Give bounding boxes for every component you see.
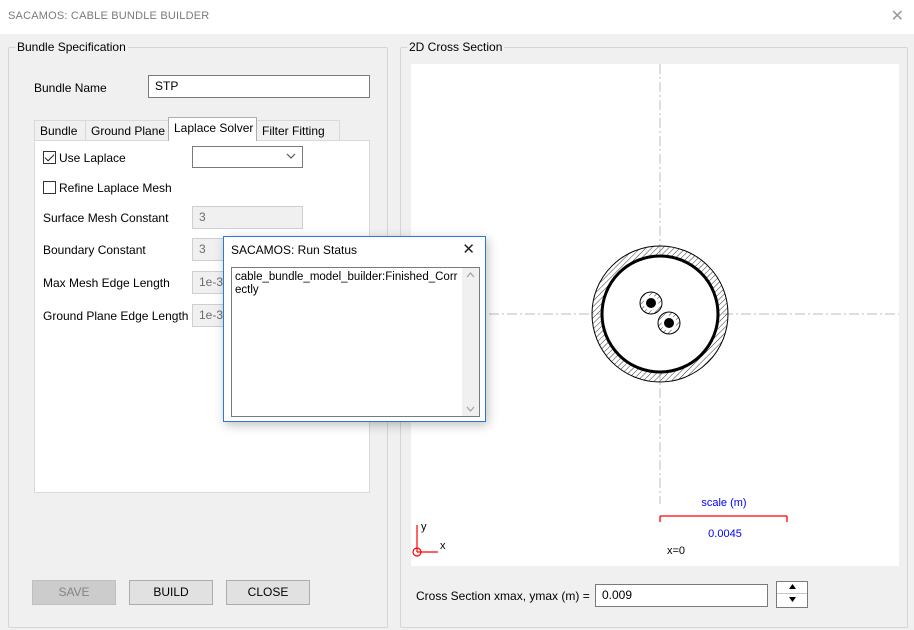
conductor-2-core xyxy=(664,318,674,328)
tab-laplace-solver[interactable]: Laplace Solver xyxy=(168,117,257,141)
save-button[interactable]: SAVE xyxy=(32,580,116,605)
x-axis-label: x xyxy=(440,540,446,552)
xmax-input[interactable]: 0.009 xyxy=(595,584,768,607)
run-status-dialog: SACAMOS: Run Status ✕ cable_bundle_model… xyxy=(223,236,486,422)
tab-filter-fitting[interactable]: Filter Fitting xyxy=(256,120,340,141)
cross-section-title: 2D Cross Section xyxy=(409,40,503,54)
surface-mesh-constant-input[interactable]: 3 xyxy=(192,206,303,229)
y-axis-label: y xyxy=(421,521,427,533)
run-status-message: cable_bundle_model_builder:Finished_Corr… xyxy=(235,271,458,296)
ground-plane-edge-length-label: Ground Plane Edge Length xyxy=(43,309,189,323)
triangle-up-icon[interactable] xyxy=(777,582,807,594)
bundle-name-input[interactable]: STP xyxy=(148,75,370,98)
scale-value: 0.0045 xyxy=(708,528,742,540)
build-button[interactable]: BUILD xyxy=(129,580,213,605)
laplace-solver-combo[interactable] xyxy=(192,146,303,168)
tab-bundle[interactable]: Bundle xyxy=(34,120,86,141)
conductor-1-core xyxy=(646,298,656,308)
run-status-title: SACAMOS: Run Status xyxy=(231,243,358,257)
tab-ground-plane[interactable]: Ground Plane xyxy=(85,120,171,141)
run-status-scrollbar[interactable] xyxy=(462,268,479,416)
max-mesh-edge-length-label: Max Mesh Edge Length xyxy=(43,276,170,290)
close-button[interactable]: CLOSE xyxy=(226,580,310,605)
use-laplace-label: Use Laplace xyxy=(59,151,126,165)
cable-shield xyxy=(600,254,720,374)
refine-mesh-checkbox[interactable] xyxy=(43,181,56,194)
surface-mesh-constant-label: Surface Mesh Constant xyxy=(43,211,169,225)
boundary-constant-label: Boundary Constant xyxy=(43,243,146,257)
triangle-down-icon[interactable] xyxy=(777,595,807,607)
close-icon[interactable]: ✕ xyxy=(462,240,475,258)
window-close-icon[interactable]: ✕ xyxy=(891,6,904,26)
refine-mesh-label: Refine Laplace Mesh xyxy=(59,181,172,195)
origin-label: x=0 xyxy=(667,545,685,557)
bundle-specification-title: Bundle Specification xyxy=(17,40,126,54)
run-status-textbox[interactable]: cable_bundle_model_builder:Finished_Corr… xyxy=(231,267,480,417)
chevron-down-icon xyxy=(286,151,296,164)
scroll-up-icon[interactable] xyxy=(466,270,475,280)
use-laplace-checkbox[interactable] xyxy=(43,151,56,164)
window-titlebar: SACAMOS: CABLE BUNDLE BUILDER ✕ xyxy=(0,0,914,34)
xmax-spinner[interactable] xyxy=(776,581,808,608)
window-title: SACAMOS: CABLE BUNDLE BUILDER xyxy=(8,10,210,22)
scale-title: scale (m) xyxy=(701,497,746,509)
bundle-name-label: Bundle Name xyxy=(34,81,107,95)
scroll-down-icon[interactable] xyxy=(466,404,475,414)
xmax-label: Cross Section xmax, ymax (m) = xyxy=(416,589,590,603)
